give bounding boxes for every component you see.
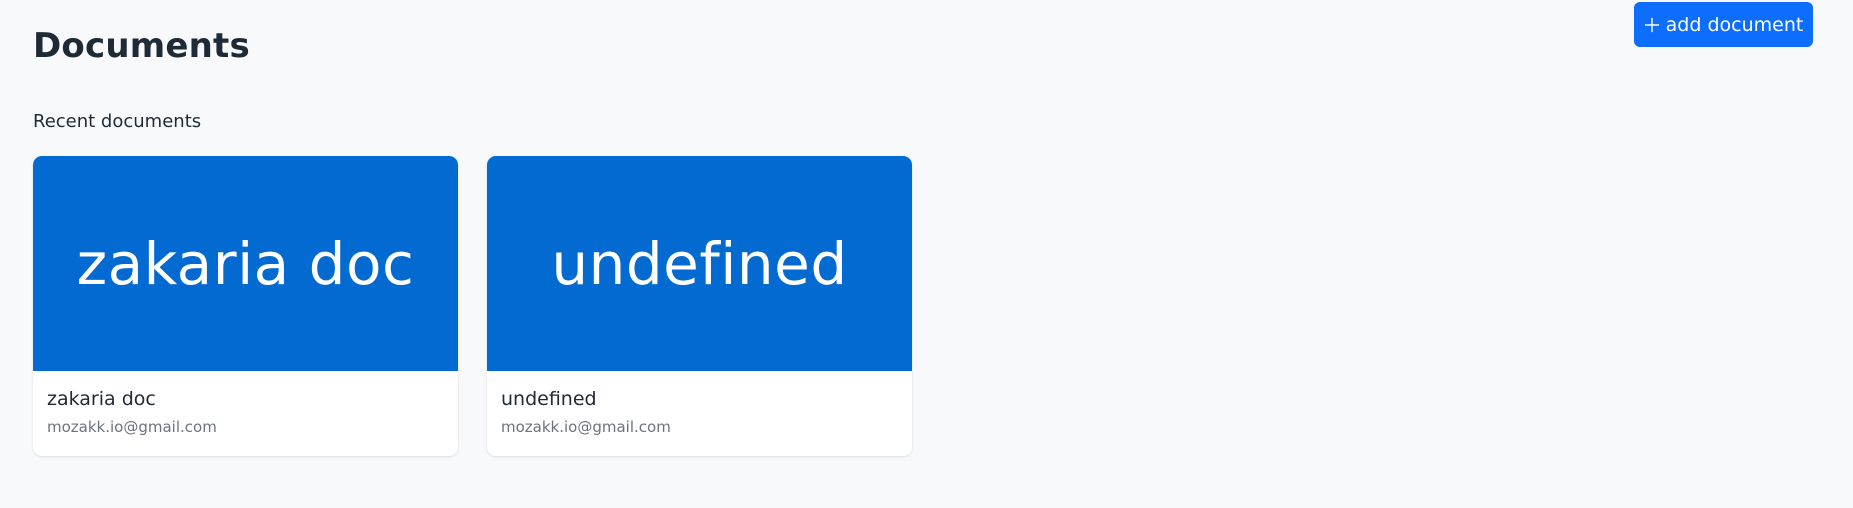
add-document-button[interactable]: add document	[1634, 2, 1813, 47]
plus-icon	[1644, 17, 1659, 32]
document-card[interactable]: undefined undefined mozakk.io@gmail.com	[487, 156, 912, 456]
document-card-list: zakaria doc zakaria doc mozakk.io@gmail.…	[33, 156, 912, 456]
document-card-body: zakaria doc mozakk.io@gmail.com	[33, 371, 458, 436]
document-owner: mozakk.io@gmail.com	[47, 418, 217, 436]
document-thumbnail: undefined	[487, 156, 912, 371]
document-title: undefined	[501, 388, 597, 410]
section-title: Recent documents	[33, 111, 202, 132]
document-thumbnail: zakaria doc	[33, 156, 458, 371]
page-title: Documents	[33, 26, 250, 66]
document-card-body: undefined mozakk.io@gmail.com	[487, 371, 912, 436]
document-card[interactable]: zakaria doc zakaria doc mozakk.io@gmail.…	[33, 156, 458, 456]
document-title: zakaria doc	[47, 388, 156, 410]
document-owner: mozakk.io@gmail.com	[501, 418, 671, 436]
add-document-label: add document	[1665, 13, 1804, 36]
